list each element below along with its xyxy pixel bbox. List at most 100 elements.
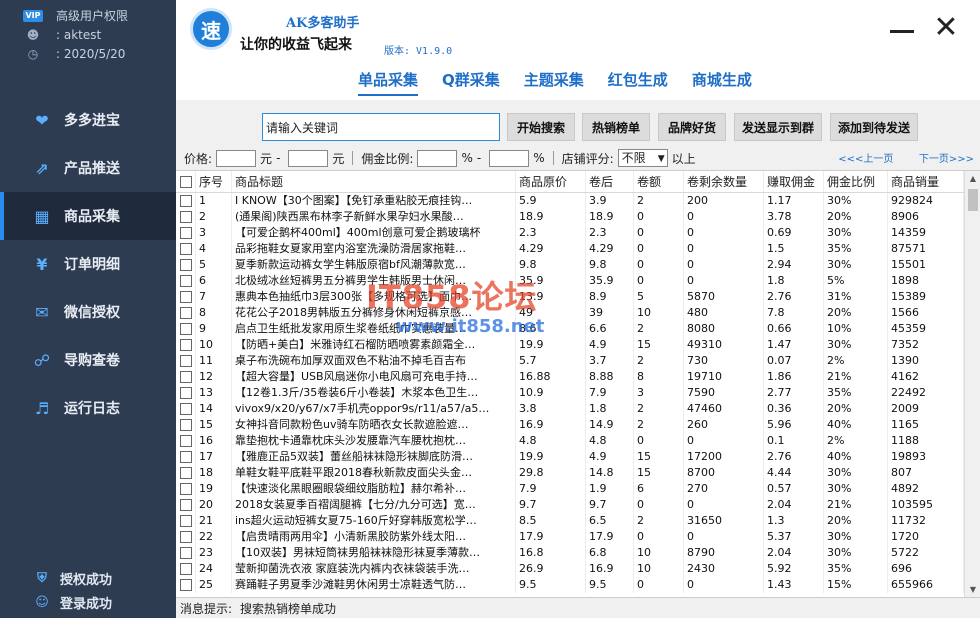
table-row[interactable]: 11 桌子布洗碗布加厚双面双色不粘油不掉毛百吉布 5.7 3.7 2 730 0.07 2% 1… <box>176 353 980 369</box>
row-checkbox[interactable] <box>176 273 196 289</box>
row-checkbox[interactable] <box>176 225 196 241</box>
table-row[interactable]: 14 vivox9/x20/y67/x7手机壳oppor9s/r11/a57/a5… <box>176 401 980 417</box>
row-checkbox[interactable] <box>176 513 196 529</box>
row-checkbox[interactable] <box>176 561 196 577</box>
close-icon: ✕ <box>933 10 959 45</box>
commission-min-input[interactable] <box>417 149 458 167</box>
row-checkbox[interactable] <box>176 257 196 273</box>
row-checkbox[interactable] <box>176 417 196 433</box>
table-row[interactable]: 21 ins超火运动短裤女夏75-160斤好穿韩版宽松学… 8.5 6.5 2 31650… <box>176 513 980 529</box>
shop-score-select[interactable]: 不限 ▼ <box>617 149 668 167</box>
table-row[interactable]: 7 惠典本色抽纸巾3层300张【多规格可选】面巾… 13.9 8.9 5 5870 2.76… <box>176 289 980 305</box>
minimize-button[interactable] <box>884 10 920 46</box>
sidebar-item-guide[interactable]: ☍ 导购查卷 <box>0 336 176 384</box>
row-checkbox[interactable] <box>176 321 196 337</box>
row-checkbox[interactable] <box>176 289 196 305</box>
tab-redpacket[interactable]: 红包生成 <box>608 64 668 96</box>
row-checkbox[interactable] <box>176 369 196 385</box>
row-after-coupon: 16.9 <box>586 561 634 577</box>
table-row[interactable]: 23 【10双装】男袜短筒袜男船袜袜隐形袜夏季薄款… 16.8 6.8 10 8790 2.… <box>176 545 980 561</box>
header-price[interactable]: 商品原价 <box>516 171 586 192</box>
header-after-coupon[interactable]: 卷后 <box>586 171 634 192</box>
start-search-button[interactable]: 开始搜索 <box>507 113 575 141</box>
header-title[interactable]: 商品标题 <box>232 171 516 192</box>
sidebar-item-duoduo[interactable]: ❤ 多多进宝 <box>0 96 176 144</box>
row-checkbox[interactable] <box>176 209 196 225</box>
table-row[interactable]: 12 【超大容量】USB风扇迷你小电风扇可充电手持… 16.88 8.88 8 19710… <box>176 369 980 385</box>
next-page-link[interactable]: 下一页>>> <box>919 154 974 165</box>
sidebar-item-orders[interactable]: ¥ 订单明细 <box>0 240 176 288</box>
table-row[interactable]: 9 启点卫生纸批发家用原生浆卷纸纸巾实惠装量… 8.6 6.6 2 8080 0.66 10%… <box>176 321 980 337</box>
table-scrollbar[interactable]: ▲ ▼ <box>964 171 980 597</box>
header-sales[interactable]: 商品销量 <box>888 171 964 192</box>
tab-theme[interactable]: 主题采集 <box>524 64 584 96</box>
tab-qgroup[interactable]: Q群采集 <box>442 64 500 96</box>
row-checkbox[interactable] <box>176 449 196 465</box>
sidebar-item-collect[interactable]: ▦ 商品采集 <box>0 192 176 240</box>
table-row[interactable]: 19 【快速淡化黑眼圈眼袋细纹脂肪粒】赫尔希补… 7.9 1.9 6 270 0.57 30%… <box>176 481 980 497</box>
row-checkbox[interactable] <box>176 497 196 513</box>
sidebar-item-push[interactable]: ⇗ 产品推送 <box>0 144 176 192</box>
row-coupon-remaining: 0 <box>684 225 764 241</box>
scroll-down-icon[interactable]: ▼ <box>965 582 980 597</box>
row-checkbox[interactable] <box>176 353 196 369</box>
table-row[interactable]: 10 【防晒+美白】米雅诗红石榴防晒喷雾素颜霜全… 19.9 4.9 15 49310 1.… <box>176 337 980 353</box>
commission-max-input[interactable] <box>489 149 530 167</box>
row-checkbox[interactable] <box>176 241 196 257</box>
add-to-queue-button[interactable]: 添加到待发送 <box>830 113 918 141</box>
row-checkbox[interactable] <box>176 481 196 497</box>
row-title: 花花公子2018男韩版五分裤修身休闲短裤京感… <box>232 305 516 321</box>
brand-goods-button[interactable]: 品牌好货 <box>658 113 726 141</box>
table-row[interactable]: 3 【可爱企鹅杯400ml】400ml创意可爱企鹅玻璃杯 2.3 2.3 0 0 0.69 3… <box>176 225 980 241</box>
table-row[interactable]: 25 赛踊鞋子男夏季沙滩鞋男休闲男士凉鞋透气防… 9.5 9.5 0 0 1.43 15% 65… <box>176 577 980 593</box>
scroll-up-icon[interactable]: ▲ <box>965 171 980 187</box>
row-checkbox[interactable] <box>176 337 196 353</box>
header-commission-rate[interactable]: 佣金比例 <box>824 171 888 192</box>
prev-page-link[interactable]: <<<上一页 <box>838 154 893 165</box>
row-checkbox[interactable] <box>176 433 196 449</box>
table-row[interactable]: 1I KNOW【30个图案】【免钉承重粘胶无痕挂钩… 5.9 3.9 2 200 1.17… <box>176 193 980 209</box>
tab-mall[interactable]: 商城生成 <box>692 64 752 96</box>
close-button[interactable]: ✕ <box>928 10 964 46</box>
row-coupon-amount: 0 <box>634 241 684 257</box>
scroll-thumb[interactable] <box>968 189 978 211</box>
table-row[interactable]: 13 【12卷1.3斤/35卷装6斤小卷装】木浆本色卫生… 10.9 7.9 3 7590… <box>176 385 980 401</box>
select-all-checkbox[interactable] <box>176 171 196 192</box>
row-checkbox[interactable] <box>176 545 196 561</box>
header-no[interactable]: 序号 <box>196 171 232 192</box>
row-checkbox[interactable] <box>176 401 196 417</box>
table-row[interactable]: 4 品彩拖鞋女夏家用室内浴室洗澡防滑居家拖鞋… 4.29 4.29 0 0 1.5 35% 87… <box>176 241 980 257</box>
hot-list-button[interactable]: 热销榜单 <box>582 113 650 141</box>
table-row[interactable]: 15 女神抖音同款粉色uv骑车防晒衣女长款遮脸遮… 16.9 14.9 2 260 5.96… <box>176 417 980 433</box>
sidebar-item-log[interactable]: ♬ 运行日志 <box>0 384 176 432</box>
row-checkbox[interactable] <box>176 385 196 401</box>
tab-single[interactable]: 单品采集 <box>358 64 419 96</box>
header-coupon-amount[interactable]: 卷额 <box>634 171 684 192</box>
price-min-input[interactable] <box>216 149 257 167</box>
table-row[interactable]: 16 靠垫抱枕卡通靠枕床头沙发腰靠汽车腰枕抱枕… 4.8 4.8 0 0 0.1 2% 1188 <box>176 433 980 449</box>
keyword-input[interactable] <box>262 113 500 141</box>
row-checkbox[interactable] <box>176 305 196 321</box>
table-row[interactable]: 20 2018女装夏季百褶阔腿裤【七分/九分可选】宽… 9.7 9.7 0 0 2.04 21… <box>176 497 980 513</box>
table-row[interactable]: 18 单鞋女鞋平底鞋平跟2018春秋新款皮面尖头金… 29.8 14.8 15 8700 4… <box>176 465 980 481</box>
row-after-coupon: 2.3 <box>586 225 634 241</box>
header-coupon-remaining[interactable]: 卷剩余数量 <box>684 171 764 192</box>
send-to-group-button[interactable]: 发送显示到群 <box>734 113 822 141</box>
pager: <<<上一页 下一页>>> <box>838 150 974 165</box>
row-checkbox[interactable] <box>176 577 196 593</box>
row-coupon-remaining: 0 <box>684 209 764 225</box>
sidebar-item-wechat[interactable]: ✉ 微信授权 <box>0 288 176 336</box>
row-checkbox[interactable] <box>176 529 196 545</box>
table-row[interactable]: 6 北极绒冰丝短裤男五分裤男学生韩版男士休闲… 35.9 35.9 0 0 1.8 5% 189… <box>176 273 980 289</box>
row-checkbox[interactable] <box>176 465 196 481</box>
row-checkbox[interactable] <box>176 193 196 209</box>
price-max-input[interactable] <box>288 149 329 167</box>
table-row[interactable]: 22 【启贵晴雨两用伞】小清新黑胶防紫外线太阳… 17.9 17.9 0 0 5.37 30%… <box>176 529 980 545</box>
table-row[interactable]: 17 【雅鹿正品5双装】蕾丝船袜袜隐形袜脚底防滑… 19.9 4.9 15 17200 2.… <box>176 449 980 465</box>
header-commission[interactable]: 赚取佣金 <box>764 171 824 192</box>
table-row[interactable]: 2 (通果阁)陕西黑布林李子新鲜水果孕妇水果酸… 18.9 18.9 0 0 3.78 20%… <box>176 209 980 225</box>
table-row[interactable]: 24 莹新抑菌洗衣液 家庭装洗内裤内衣袜袋装手洗… 26.9 16.9 10 2430 5.… <box>176 561 980 577</box>
table-row[interactable]: 8 花花公子2018男韩版五分裤修身休闲短裤京感… 49 39 10 480 7.8 20% 1… <box>176 305 980 321</box>
user-level: 高级用户权限 <box>56 9 129 23</box>
table-row[interactable]: 5 夏季新款运动裤女学生韩版原宿bf风潮薄款宽… 9.8 9.8 0 0 2.94 30% 15… <box>176 257 980 273</box>
